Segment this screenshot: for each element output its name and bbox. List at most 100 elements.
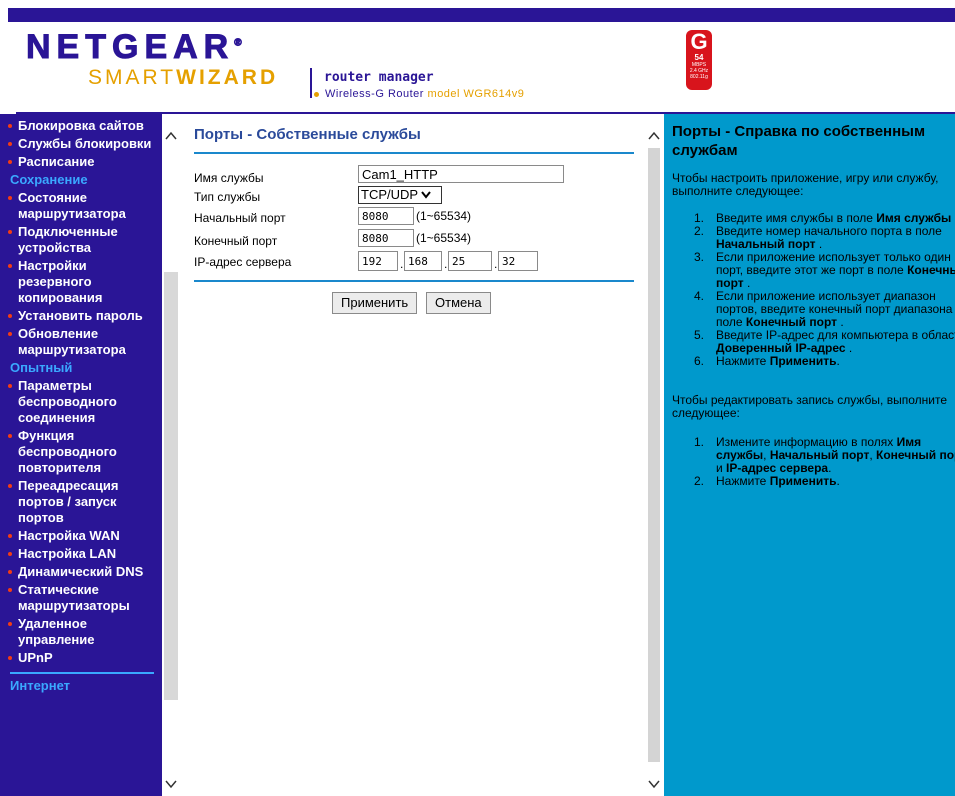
sidebar-item[interactable]: Подключенные устройства (8, 224, 158, 256)
top-brand-bar (8, 8, 955, 22)
sidebar-item[interactable]: Настройка LAN (8, 546, 158, 562)
form-divider (194, 280, 634, 282)
sidebar-scrollbar[interactable] (162, 114, 180, 796)
ip-dot: . (444, 257, 448, 271)
scroll-down-arrow-icon[interactable] (648, 778, 660, 790)
sidebar-item[interactable]: Настройки резервного копирования (8, 258, 158, 306)
help-panel: Порты - Справка по собственным службам Ч… (664, 114, 955, 796)
sidebar-scroll-thumb[interactable] (164, 272, 178, 700)
sidebar-item-label: Динамический DNS (18, 564, 144, 579)
sidebar-item[interactable]: Службы блокировки (8, 136, 158, 152)
router-manager-label: router manager (324, 70, 434, 85)
sidebar-item[interactable]: Настройка WAN (8, 528, 158, 544)
help-step-text: Введите имя службы в поле Имя службы (716, 211, 952, 225)
sidebar-item[interactable]: UPnP (8, 650, 158, 666)
sidebar-item[interactable]: Установить пароль (8, 308, 158, 324)
help-step-number: 1. (694, 435, 705, 449)
sidebar-item-label: Параметры беспроводного соединения (18, 378, 117, 425)
help-step: 2. Нажмите Применить. (672, 475, 955, 488)
sidebar-item[interactable]: Расписание (8, 154, 158, 170)
top-white-strip (0, 0, 955, 8)
help-step-text: Введите номер начального порта в поле На… (716, 224, 942, 251)
smartwizard-logo: SMARTWIZARD (88, 66, 278, 90)
sidebar-item-label: Переадресация портов / запуск портов (18, 478, 119, 525)
help-step: 3. Если приложение использует только один… (672, 251, 955, 290)
sidebar-item[interactable]: Блокировка сайтов (8, 118, 158, 134)
ip-octet-1-input[interactable] (358, 251, 398, 271)
main-scrollbar[interactable] (644, 114, 664, 796)
bullet-icon (8, 622, 12, 626)
scroll-up-arrow-icon[interactable] (165, 130, 177, 142)
bullet-icon (8, 484, 12, 488)
badge-standard: 802.11g (690, 74, 708, 80)
logo-divider (310, 68, 312, 98)
sidebar-item[interactable]: Параметры беспроводного соединения (8, 378, 158, 426)
sidebar-item-label: Установить пароль (18, 308, 143, 323)
bullet-icon (8, 656, 12, 660)
help-edit-steps-list: 1. Измените информацию в полях Имя службы… (672, 436, 955, 488)
bullet-icon (8, 314, 12, 318)
help-step: 6. Нажмите Применить. (672, 355, 955, 368)
sidebar-item[interactable]: Состояние маршрутизатора (8, 190, 158, 222)
bullet-icon (8, 160, 12, 164)
help-steps-list: 1. Введите имя службы в поле Имя службы 2.… (672, 212, 955, 368)
help-edit-intro: Чтобы редактировать запись службы, выпол… (672, 393, 947, 420)
title-divider (194, 152, 634, 154)
help-intro: Чтобы настроить приложение, игру или слу… (672, 171, 939, 198)
sidebar-item[interactable]: Обновление маршрутизатора (8, 326, 158, 358)
sidebar-item-label: Статические маршрутизаторы (18, 582, 130, 613)
sidebar-item-label: Настройки резервного копирования (18, 258, 103, 305)
sidebar-divider (10, 672, 154, 674)
ip-dot: . (400, 257, 404, 271)
sidebar-item[interactable]: Динамический DNS (8, 564, 158, 580)
help-step: 2. Введите номер начального порта в поле … (672, 225, 955, 251)
end-port-input[interactable] (358, 229, 414, 247)
sidebar-item-label: Блокировка сайтов (18, 118, 144, 133)
sidebar-item-label: Обновление маршрутизатора (18, 326, 126, 357)
help-step-number: 5. (694, 328, 705, 342)
bullet-icon (8, 332, 12, 336)
start-port-range: (1~65534) (416, 209, 472, 223)
start-port-input[interactable] (358, 207, 414, 225)
main-scroll-thumb[interactable] (648, 148, 660, 762)
scroll-down-arrow-icon[interactable] (165, 778, 177, 790)
netgear-logo-text: NETGEAR (25, 28, 235, 67)
main-content: Порты - Собственные службы Имя службы Ти… (180, 114, 644, 796)
sidebar-section-heading: Интернет (10, 678, 71, 693)
ip-octet-2-input[interactable] (404, 251, 442, 271)
ip-octet-4-input[interactable] (498, 251, 538, 271)
help-step-text: Если приложение использует только один п… (716, 250, 955, 290)
help-step-text: Если приложение использует диапазон порт… (716, 289, 955, 329)
sidebar-item-label: Настройка WAN (18, 528, 120, 543)
start-port-label: Начальный порт (194, 211, 286, 225)
scroll-up-arrow-icon[interactable] (648, 130, 660, 142)
sidebar-item[interactable]: Удаленное управление (8, 616, 158, 648)
bullet-icon (8, 264, 12, 268)
page-title: Порты - Собственные службы (194, 126, 421, 143)
service-name-label: Имя службы (194, 171, 264, 185)
sidebar-item[interactable]: Статические маршрутизаторы (8, 582, 158, 614)
bullet-icon (8, 570, 12, 574)
registered-mark: ® (234, 37, 242, 49)
model-label: model WGR614v9 (427, 88, 525, 100)
help-step-number: 6. (694, 354, 705, 368)
sidebar-item[interactable]: Переадресация портов / запуск портов (8, 478, 158, 526)
sidebar-item-label: Удаленное управление (18, 616, 95, 647)
help-step-number: 3. (694, 250, 705, 264)
sidebar-item-label: Настройка LAN (18, 546, 117, 561)
ip-dot: . (494, 257, 498, 271)
apply-button[interactable]: Применить (332, 292, 418, 314)
sidebar-section-heading: Сохранение (10, 172, 88, 187)
service-type-select[interactable]: TCP/UDP (358, 186, 442, 204)
bullet-icon (8, 588, 12, 592)
model-dot-icon (314, 91, 319, 97)
sidebar-item[interactable]: Функция беспроводного повторителя (8, 428, 158, 476)
service-name-input[interactable] (358, 165, 564, 183)
wizard-text: WIZARD (176, 66, 279, 89)
header: NETGEAR® SMARTWIZARD router manager Wire… (0, 22, 955, 114)
sidebar-item-label: Подключенные устройства (18, 224, 118, 255)
bullet-icon (8, 124, 12, 128)
sidebar-item-label: Функция беспроводного повторителя (18, 428, 117, 475)
ip-octet-3-input[interactable] (448, 251, 492, 271)
cancel-button[interactable]: Отмена (426, 292, 491, 314)
